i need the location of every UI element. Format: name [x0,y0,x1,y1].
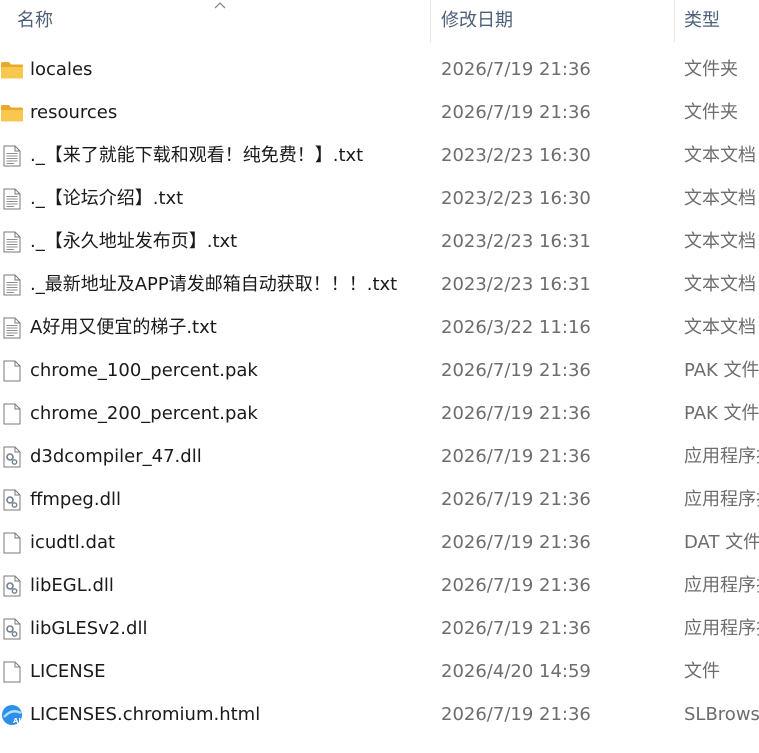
column-header-type[interactable]: 类型 [675,0,759,42]
text-file-icon [0,231,24,253]
file-name: ffmpeg.dll [30,489,122,510]
file-type: SLBrowser [684,704,759,725]
file-type: 应用程序扩展 [684,618,759,639]
file-row[interactable]: libGLESv2.dll 2026/7/19 21:36 应用程序扩展 [0,607,759,650]
folder-icon [0,102,24,124]
file-row[interactable]: ._【永久地址发布页】.txt 2023/2/23 16:31 文本文档 [0,220,759,263]
file-modified-date: 2026/7/19 21:36 [441,704,591,725]
column-header-date-label: 修改日期 [441,10,513,31]
file-modified-date: 2026/7/19 21:36 [441,446,591,467]
file-type: 文本文档 [684,231,756,252]
file-row[interactable]: AI LICENSES.chromium.html 2026/7/19 21:3… [0,693,759,736]
dll-file-icon [0,489,24,511]
file-row[interactable]: LICENSE 2026/4/20 14:59 文件 [0,650,759,693]
file-name: ._【永久地址发布页】.txt [30,231,238,252]
blank-file-icon [0,360,24,382]
file-modified-date: 2026/7/19 21:36 [441,575,591,596]
file-type: 文件夹 [684,102,738,123]
file-row[interactable]: libEGL.dll 2026/7/19 21:36 应用程序扩展 [0,564,759,607]
file-row[interactable]: d3dcompiler_47.dll 2026/7/19 21:36 应用程序扩… [0,435,759,478]
file-type: 应用程序扩展 [684,446,759,467]
file-name: libEGL.dll [30,575,114,596]
file-modified-date: 2026/7/19 21:36 [441,360,591,381]
text-file-icon [0,145,24,167]
file-modified-date: 2026/4/20 14:59 [441,661,591,682]
file-row[interactable]: A好用又便宜的梯子.txt 2026/3/22 11:16 文本文档 [0,306,759,349]
file-modified-date: 2023/2/23 16:31 [441,274,591,295]
file-name: libGLESv2.dll [30,618,148,639]
file-row[interactable]: ._【论坛介绍】.txt 2023/2/23 16:30 文本文档 [0,177,759,220]
blank-file-icon [0,661,24,683]
column-header-type-label: 类型 [684,10,720,31]
file-type: 文件 [684,661,720,682]
text-file-icon [0,317,24,339]
file-row[interactable]: ._【来了就能下载和观看！纯免费！】.txt 2023/2/23 16:30 文… [0,134,759,177]
file-row[interactable]: ffmpeg.dll 2026/7/19 21:36 应用程序扩展 [0,478,759,521]
column-header-date[interactable]: 修改日期 [431,0,674,42]
dll-file-icon [0,446,24,468]
file-type: 文本文档 [684,274,756,295]
file-type: 文本文档 [684,145,756,166]
file-type: DAT 文件 [684,532,759,553]
file-type: 应用程序扩展 [684,489,759,510]
folder-icon [0,59,24,81]
file-name: LICENSE [30,661,106,682]
file-modified-date: 2026/7/19 21:36 [441,403,591,424]
file-modified-date: 2026/7/19 21:36 [441,618,591,639]
file-modified-date: 2026/7/19 21:36 [441,102,591,123]
file-type: PAK 文件 [684,403,759,424]
file-name: ._【论坛介绍】.txt [30,188,184,209]
file-list: locales 2026/7/19 21:36 文件夹 resources 20… [0,48,759,736]
file-modified-date: 2026/3/22 11:16 [441,317,591,338]
file-type: 文件夹 [684,59,738,80]
file-row[interactable]: chrome_200_percent.pak 2026/7/19 21:36 P… [0,392,759,435]
browser-html-icon: AI [0,704,24,726]
file-modified-date: 2026/7/19 21:36 [441,59,591,80]
file-type: 文本文档 [684,188,756,209]
file-name: chrome_100_percent.pak [30,360,258,381]
file-modified-date: 2023/2/23 16:30 [441,145,591,166]
dll-file-icon [0,575,24,597]
file-name: ._最新地址及APP请发邮箱自动获取！！！.txt [30,274,398,295]
svg-text:AI: AI [13,717,21,725]
file-name: resources [30,102,118,123]
file-name: A好用又便宜的梯子.txt [30,317,217,338]
file-row[interactable]: resources 2026/7/19 21:36 文件夹 [0,91,759,134]
file-row[interactable]: chrome_100_percent.pak 2026/7/19 21:36 P… [0,349,759,392]
file-name: locales [30,59,93,80]
file-type: PAK 文件 [684,360,759,381]
blank-file-icon [0,532,24,554]
sort-ascending-icon [214,2,226,9]
column-header-name-label: 名称 [17,10,53,31]
file-row[interactable]: locales 2026/7/19 21:36 文件夹 [0,48,759,91]
text-file-icon [0,274,24,296]
file-name: ._【来了就能下载和观看！纯免费！】.txt [30,145,364,166]
blank-file-icon [0,403,24,425]
text-file-icon [0,188,24,210]
file-name: chrome_200_percent.pak [30,403,258,424]
file-modified-date: 2023/2/23 16:31 [441,231,591,252]
column-header-bar: 名称 修改日期 类型 [0,0,759,42]
file-type: 文本文档 [684,317,756,338]
file-name: d3dcompiler_47.dll [30,446,202,467]
file-modified-date: 2023/2/23 16:30 [441,188,591,209]
file-modified-date: 2026/7/19 21:36 [441,489,591,510]
dll-file-icon [0,618,24,640]
file-type: 应用程序扩展 [684,575,759,596]
file-row[interactable]: ._最新地址及APP请发邮箱自动获取！！！.txt 2023/2/23 16:3… [0,263,759,306]
file-modified-date: 2026/7/19 21:36 [441,532,591,553]
file-name: LICENSES.chromium.html [30,704,261,725]
file-name: icudtl.dat [30,532,116,553]
file-row[interactable]: icudtl.dat 2026/7/19 21:36 DAT 文件 [0,521,759,564]
